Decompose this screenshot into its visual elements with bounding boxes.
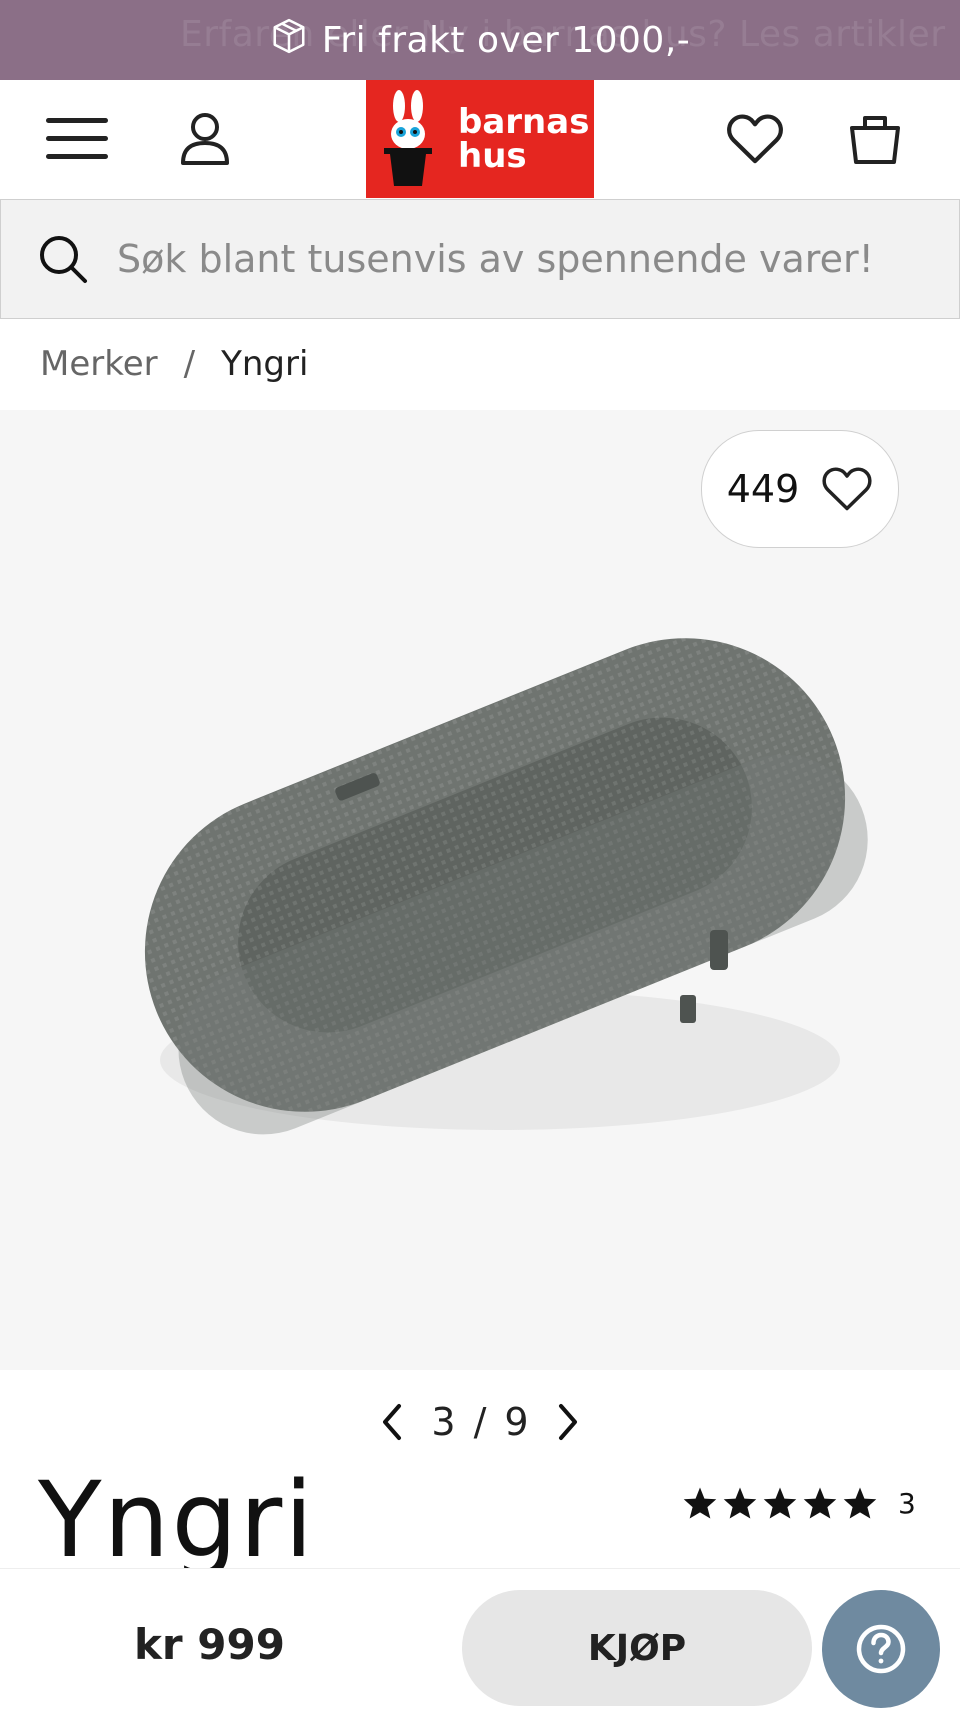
logo-text-line1: barnas (458, 102, 590, 142)
buy-button[interactable]: KJØP (462, 1590, 812, 1706)
favorite-button[interactable]: 449 (701, 430, 899, 548)
chevron-right-icon[interactable] (553, 1402, 583, 1442)
product-image-gallery[interactable] (0, 410, 960, 1370)
promo-message: Fri frakt over 1000,- (321, 19, 691, 61)
total-images: 9 (504, 1400, 529, 1444)
shopping-bag-icon[interactable] (840, 104, 910, 174)
heart-icon (821, 465, 873, 513)
review-count: 3 (898, 1486, 916, 1520)
current-image-index: 3 (431, 1400, 456, 1444)
pager-separator: / (473, 1400, 487, 1444)
question-icon (854, 1622, 908, 1676)
promo-banner: Erfaren eller Ny i barnas hus? Les artik… (0, 0, 960, 80)
package-icon (270, 17, 308, 64)
brand-logo[interactable]: Yngri (38, 1468, 315, 1572)
rabbit-in-hat-icon (384, 90, 432, 186)
breadcrumb-separator: / (183, 344, 196, 384)
breadcrumb-current: Yngri (221, 344, 309, 384)
search-bar[interactable]: Søk blant tusenvis av spennende varer! (0, 199, 960, 319)
breadcrumb-link-merker[interactable]: Merker (40, 344, 158, 384)
product-image-baby-nest (144, 638, 868, 1135)
product-price: kr 999 (134, 1620, 285, 1669)
search-input[interactable]: Søk blant tusenvis av spennende varer! (117, 237, 874, 281)
chevron-left-icon[interactable] (377, 1402, 407, 1442)
star-rating-icons (682, 1486, 878, 1520)
site-logo[interactable]: barnas hus (366, 80, 594, 198)
breadcrumb: Merker / Yngri (40, 344, 308, 384)
user-icon[interactable] (170, 104, 240, 174)
help-button[interactable] (822, 1590, 940, 1708)
heart-icon[interactable] (720, 104, 790, 174)
product-rating[interactable]: 3 (682, 1486, 916, 1520)
site-header: barnas hus (0, 80, 960, 198)
hamburger-menu-icon[interactable] (42, 104, 112, 174)
favorite-count: 449 (726, 467, 800, 511)
search-icon[interactable] (37, 233, 89, 285)
logo-text-line2: hus (458, 136, 527, 176)
image-pager: 3 / 9 (0, 1392, 960, 1452)
